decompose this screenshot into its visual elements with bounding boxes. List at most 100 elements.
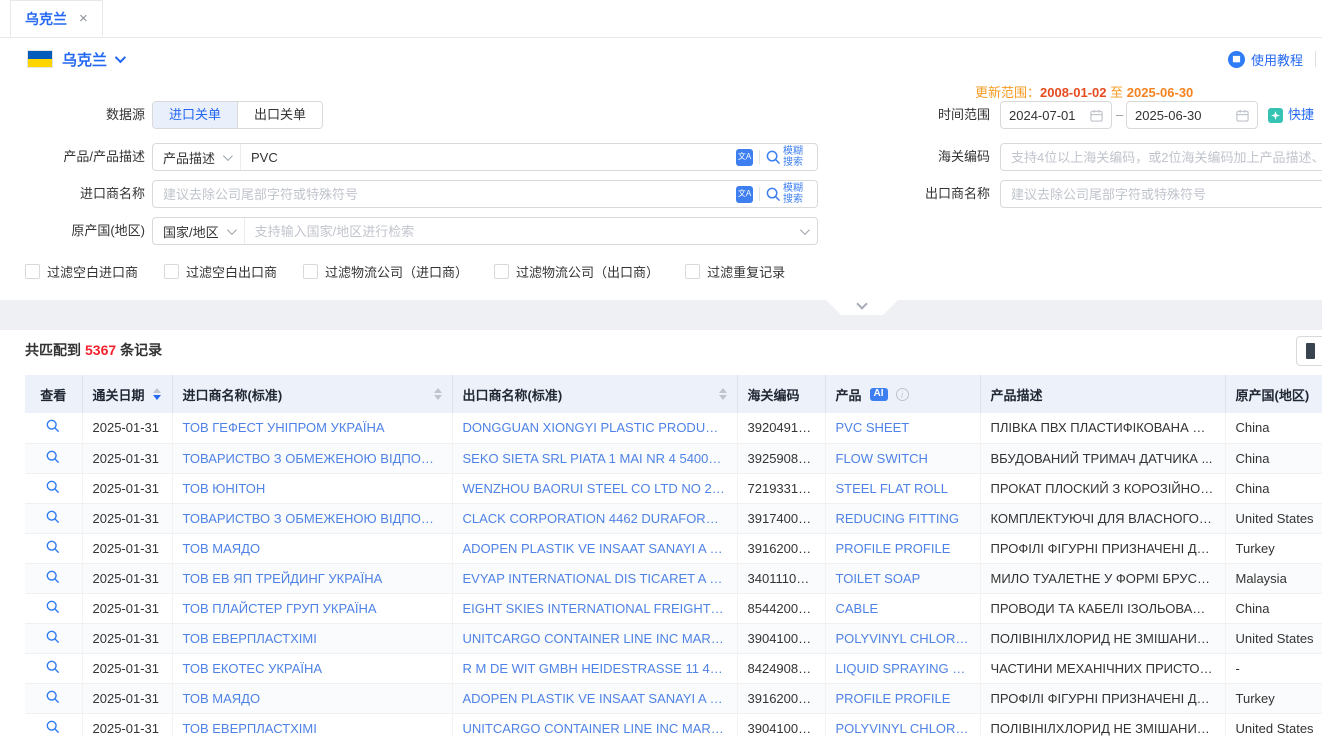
- cell-importer-link[interactable]: ТОВ ЕВЕРПЛАСТХІМІ: [172, 713, 452, 737]
- cell-product-link[interactable]: TOILET SOAP: [825, 563, 980, 593]
- cell-exporter-link[interactable]: UNITCARGO CONTAINER LINE INC MARUB...: [452, 713, 737, 737]
- chevron-down-icon[interactable]: [800, 225, 810, 235]
- close-icon[interactable]: ×: [79, 11, 88, 26]
- product-search-control: 产品描述 文A 模糊搜索: [152, 143, 818, 171]
- cell-importer-link[interactable]: ТОВАРИСТВО З ОБМЕЖЕНОЮ ВІДПОВІД...: [172, 443, 452, 473]
- col-date[interactable]: 通关日期: [82, 375, 172, 413]
- cell-exporter-link[interactable]: UNITCARGO CONTAINER LINE INC MARUB...: [452, 623, 737, 653]
- product-type-select[interactable]: 产品描述: [153, 144, 241, 170]
- cell-importer-link[interactable]: ТОВ ГЕФЕСТ УНІПРОМ УКРАЇНА: [172, 413, 452, 443]
- cell-hs-code: 7219331000: [737, 473, 825, 503]
- origin-type-select[interactable]: 国家/地区: [153, 218, 245, 244]
- checkbox-label: 过滤重复记录: [707, 262, 785, 281]
- filter-checkbox[interactable]: 过滤空白出口商: [164, 262, 277, 281]
- cell-product-link[interactable]: PROFILE PROFILE: [825, 533, 980, 563]
- view-record-button[interactable]: [25, 563, 82, 593]
- cell-exporter-link[interactable]: DONGGUAN XIONGYI PLASTIC PRODUCTS ...: [452, 413, 737, 443]
- cell-date: 2025-01-31: [82, 533, 172, 563]
- tutorial-label: 使用教程: [1251, 50, 1303, 69]
- fuzzy-search-button[interactable]: 模糊搜索: [766, 146, 809, 168]
- cell-exporter-link[interactable]: SEKO SIETA SRL PIATA 1 MAI NR 4 5400141 …: [452, 443, 737, 473]
- view-record-button[interactable]: [25, 713, 82, 737]
- view-record-button[interactable]: [25, 593, 82, 623]
- view-record-button[interactable]: [25, 503, 82, 533]
- sort-icon[interactable]: [719, 388, 727, 400]
- date-from-input[interactable]: 2024-07-01: [1000, 101, 1112, 129]
- cell-product-link[interactable]: POLYVINYL CHLORIDE: [825, 713, 980, 737]
- view-record-button[interactable]: [25, 623, 82, 653]
- cell-date: 2025-01-31: [82, 653, 172, 683]
- quick-select-button[interactable]: 快捷: [1268, 101, 1314, 129]
- checkbox-label: 过滤空白进口商: [47, 262, 138, 281]
- cell-exporter-link[interactable]: EIGHT SKIES INTERNATIONAL FREIGHT FOR...: [452, 593, 737, 623]
- cell-product-link[interactable]: PVC SHEET: [825, 413, 980, 443]
- filter-checkbox[interactable]: 过滤空白进口商: [25, 262, 138, 281]
- view-record-button[interactable]: [25, 443, 82, 473]
- checkbox-icon[interactable]: [494, 264, 509, 279]
- cell-importer-link[interactable]: ТОВ ЕКОТЕС УКРАЇНА: [172, 653, 452, 683]
- exporter-input[interactable]: [1001, 187, 1322, 202]
- cell-product-link[interactable]: PROFILE PROFILE: [825, 683, 980, 713]
- filter-checkbox[interactable]: 过滤重复记录: [685, 262, 785, 281]
- cell-product-link[interactable]: REDUCING FITTING: [825, 503, 980, 533]
- checkbox-icon[interactable]: [164, 264, 179, 279]
- cell-exporter-link[interactable]: ADOPEN PLASTIK VE INSAAT SANAYI A S O...: [452, 533, 737, 563]
- translate-icon[interactable]: 文A: [736, 149, 753, 166]
- hs-code-input[interactable]: [1001, 150, 1322, 165]
- table-row: 2025-01-31 ТОВ ГЕФЕСТ УНІПРОМ УКРАЇНА DO…: [25, 413, 1322, 443]
- hs-code-label: 海关编码: [860, 143, 990, 171]
- chevron-down-icon[interactable]: [115, 52, 126, 63]
- cell-exporter-link[interactable]: R M DE WIT GMBH HEIDESTRASSE 11 4254...: [452, 653, 737, 683]
- magnifier-icon: [46, 419, 60, 433]
- results-table: 查看 通关日期 进口商名称(标准) 出口商名称(标准): [25, 375, 1322, 737]
- cell-product-link[interactable]: CABLE: [825, 593, 980, 623]
- segment-export[interactable]: 出口关单: [237, 102, 322, 128]
- view-record-button[interactable]: [25, 653, 82, 683]
- cell-description: ПЛІВКА ПВХ ПЛАСТИФІКОВАНА НЕ...: [980, 413, 1225, 443]
- view-record-button[interactable]: [25, 473, 82, 503]
- cell-product-link[interactable]: POLYVINYL CHLORIDE: [825, 623, 980, 653]
- cell-product-link[interactable]: LIQUID SPRAYING ME...: [825, 653, 980, 683]
- cell-importer-link[interactable]: ТОВ ЕВЕРПЛАСТХІМІ: [172, 623, 452, 653]
- cell-importer-link[interactable]: ТОВ ПЛАЙСТЕР ГРУП УКРАЇНА: [172, 593, 452, 623]
- checkbox-icon[interactable]: [303, 264, 318, 279]
- col-importer[interactable]: 进口商名称(标准): [172, 375, 452, 413]
- cell-exporter-link[interactable]: EVYAP INTERNATIONAL DIS TICARET A S IS..…: [452, 563, 737, 593]
- cell-hs-code: 3917400090: [737, 503, 825, 533]
- checkbox-icon[interactable]: [685, 264, 700, 279]
- cell-hs-code: 3925908000: [737, 443, 825, 473]
- cell-exporter-link[interactable]: ADOPEN PLASTIK VE INSAAT SANAYI A S O...: [452, 683, 737, 713]
- checkbox-icon[interactable]: [25, 264, 40, 279]
- cell-importer-link[interactable]: ТОВ МАЯДО: [172, 683, 452, 713]
- cell-importer-link[interactable]: ТОВ ЮНІТОН: [172, 473, 452, 503]
- tutorial-button[interactable]: 使用教程: [1228, 50, 1303, 69]
- sort-icon[interactable]: [153, 388, 161, 400]
- view-record-button[interactable]: [25, 683, 82, 713]
- product-search-input[interactable]: [241, 150, 736, 165]
- cell-product-link[interactable]: FLOW SWITCH: [825, 443, 980, 473]
- cell-exporter-link[interactable]: WENZHOU BAORUI STEEL CO LTD NO 2792...: [452, 473, 737, 503]
- table-settings-button[interactable]: [1296, 336, 1322, 366]
- country-title[interactable]: 乌克兰: [62, 49, 107, 70]
- date-to-input[interactable]: 2025-06-30: [1126, 101, 1258, 129]
- cell-importer-link[interactable]: ТОВАРИСТВО З ОБМЕЖЕНОЮ ВІДПОВІД...: [172, 503, 452, 533]
- filter-checkbox[interactable]: 过滤物流公司（进口商）: [303, 262, 468, 281]
- origin-input[interactable]: [245, 224, 800, 239]
- col-exporter[interactable]: 出口商名称(标准): [452, 375, 737, 413]
- filter-checkbox[interactable]: 过滤物流公司（出口商）: [494, 262, 659, 281]
- cell-product-link[interactable]: STEEL FLAT ROLL: [825, 473, 980, 503]
- view-record-button[interactable]: [25, 533, 82, 563]
- translate-icon[interactable]: 文A: [736, 186, 753, 203]
- importer-input[interactable]: [153, 187, 736, 202]
- cell-importer-link[interactable]: ТОВ ЕВ ЯП ТРЕЙДИНГ УКРАЇНА: [172, 563, 452, 593]
- view-record-button[interactable]: [25, 413, 82, 443]
- cell-origin: Malaysia: [1225, 563, 1322, 593]
- table-row: 2025-01-31 ТОВ МАЯДО ADOPEN PLASTIK VE I…: [25, 683, 1322, 713]
- sort-icon[interactable]: [434, 388, 442, 400]
- cell-exporter-link[interactable]: CLACK CORPORATION 4462 DURAFORM L...: [452, 503, 737, 533]
- cell-importer-link[interactable]: ТОВ МАЯДО: [172, 533, 452, 563]
- segment-import[interactable]: 进口关单: [153, 102, 237, 128]
- fuzzy-search-button[interactable]: 模糊搜索: [766, 183, 809, 205]
- info-icon[interactable]: i: [896, 388, 909, 401]
- tab-ukraine[interactable]: 乌克兰 ×: [10, 0, 103, 37]
